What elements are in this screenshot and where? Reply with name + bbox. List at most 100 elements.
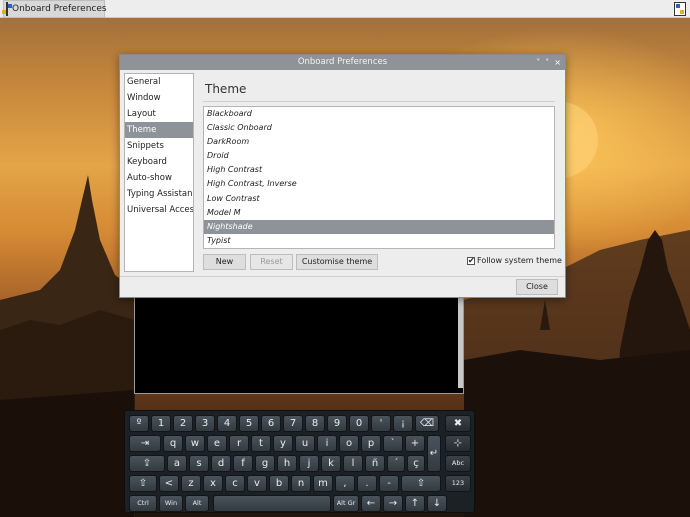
key-9[interactable]: 9: [327, 415, 347, 432]
key-o[interactable]: o: [339, 435, 359, 452]
key-minus[interactable]: -: [379, 475, 399, 492]
enter-key-icon[interactable]: ↵: [427, 435, 441, 472]
sidebar-item-layout[interactable]: Layout: [125, 106, 193, 122]
key-6[interactable]: 6: [261, 415, 281, 432]
key-acute[interactable]: ´: [387, 455, 405, 472]
new-theme-button[interactable]: New: [203, 254, 246, 270]
move-keyboard-icon[interactable]: ⊹: [445, 435, 471, 452]
arrow-right-key-icon[interactable]: →: [383, 495, 403, 512]
shift-right-key-icon[interactable]: ⇧: [401, 475, 441, 492]
key-ordinal[interactable]: º: [129, 415, 149, 432]
close-button[interactable]: Close: [516, 279, 558, 295]
key-b[interactable]: b: [269, 475, 289, 492]
key-plus[interactable]: +: [405, 435, 425, 452]
alt-gr-key[interactable]: Alt Gr: [333, 495, 359, 512]
key-apostrophe[interactable]: ': [371, 415, 391, 432]
key-e[interactable]: e: [207, 435, 227, 452]
key-2[interactable]: 2: [173, 415, 193, 432]
key-l[interactable]: l: [343, 455, 363, 472]
key-s[interactable]: s: [189, 455, 209, 472]
customise-theme-button[interactable]: Customise theme: [296, 254, 378, 270]
key-r[interactable]: r: [229, 435, 249, 452]
theme-item-high-contrast-inverse[interactable]: High Contrast, Inverse: [204, 177, 554, 191]
key-c[interactable]: c: [225, 475, 245, 492]
key-f[interactable]: f: [233, 455, 253, 472]
sidebar-item-general[interactable]: General: [125, 74, 193, 90]
ctrl-key[interactable]: Ctrl: [129, 495, 157, 512]
arrow-left-key-icon[interactable]: ←: [361, 495, 381, 512]
key-t[interactable]: t: [251, 435, 271, 452]
theme-item-high-contrast[interactable]: High Contrast: [204, 163, 554, 177]
taskbar-onboard-preferences-button[interactable]: Onboard Preferences: [2, 0, 107, 18]
key-w[interactable]: w: [185, 435, 205, 452]
key-0[interactable]: 0: [349, 415, 369, 432]
close-keyboard-icon[interactable]: ✖: [445, 415, 471, 432]
alt-key[interactable]: Alt: [185, 495, 209, 512]
key-grave[interactable]: `: [383, 435, 403, 452]
tab-key-icon[interactable]: ⇥: [129, 435, 161, 452]
sidebar-item-snippets[interactable]: Snippets: [125, 138, 193, 154]
theme-item-typist[interactable]: Typist: [204, 234, 554, 248]
dialog-titlebar[interactable]: Onboard Preferences ˅ ˄ ×: [120, 55, 565, 70]
close-window-icon[interactable]: ×: [554, 55, 561, 70]
key-q[interactable]: q: [163, 435, 183, 452]
sidebar-item-universal-access[interactable]: Universal Access: [125, 202, 193, 218]
key-v[interactable]: v: [247, 475, 267, 492]
arrow-down-key-icon[interactable]: ↓: [427, 495, 447, 512]
minimize-icon[interactable]: ˅: [536, 55, 540, 70]
theme-item-droid[interactable]: Droid: [204, 149, 554, 163]
space-key[interactable]: [213, 495, 331, 512]
key-8[interactable]: 8: [305, 415, 325, 432]
caps-lock-key-icon[interactable]: ⇪: [129, 455, 165, 472]
win-key[interactable]: Win: [159, 495, 183, 512]
theme-item-classic-onboard[interactable]: Classic Onboard: [204, 121, 554, 135]
sidebar-item-typing-assistance[interactable]: Typing Assistance: [125, 186, 193, 202]
key-z[interactable]: z: [181, 475, 201, 492]
theme-item-model-m[interactable]: Model M: [204, 206, 554, 220]
theme-item-darkroom[interactable]: DarkRoom: [204, 135, 554, 149]
sidebar-item-auto-show[interactable]: Auto-show: [125, 170, 193, 186]
key-u[interactable]: u: [295, 435, 315, 452]
key-m[interactable]: m: [313, 475, 333, 492]
key-c-cedilla[interactable]: ç: [407, 455, 425, 472]
backspace-key-icon[interactable]: ⌫: [415, 415, 439, 432]
maximize-icon[interactable]: ˄: [545, 55, 549, 70]
key-less-than[interactable]: <: [159, 475, 179, 492]
reset-theme-button[interactable]: Reset: [250, 254, 293, 270]
theme-item-nightshade[interactable]: Nightshade: [204, 219, 554, 234]
key-y[interactable]: y: [273, 435, 293, 452]
key-4[interactable]: 4: [217, 415, 237, 432]
theme-item-blackboard[interactable]: Blackboard: [204, 107, 554, 121]
layout-123-key[interactable]: 123: [445, 475, 471, 492]
key-n[interactable]: n: [291, 475, 311, 492]
key-h[interactable]: h: [277, 455, 297, 472]
checkbox-checked-icon[interactable]: ✔: [467, 256, 475, 265]
key-inverted-exclamation[interactable]: ¡: [393, 415, 413, 432]
follow-system-theme-toggle[interactable]: ✔ Follow system theme: [467, 256, 562, 265]
sidebar-item-keyboard[interactable]: Keyboard: [125, 154, 193, 170]
onboard-tray-icon[interactable]: [674, 2, 686, 16]
arrow-up-key-icon[interactable]: ↑: [405, 495, 425, 512]
key-j[interactable]: j: [299, 455, 319, 472]
key-period[interactable]: .: [357, 475, 377, 492]
key-p[interactable]: p: [361, 435, 381, 452]
onboard-window-scrollbar[interactable]: [458, 296, 463, 388]
key-g[interactable]: g: [255, 455, 275, 472]
shift-left-key-icon[interactable]: ⇧: [129, 475, 157, 492]
theme-item-low-contrast[interactable]: Low Contrast: [204, 192, 554, 206]
key-i[interactable]: i: [317, 435, 337, 452]
layout-abc-key[interactable]: Abc: [445, 455, 471, 472]
key-x[interactable]: x: [203, 475, 223, 492]
key-n-tilde[interactable]: ñ: [365, 455, 385, 472]
sidebar-item-window[interactable]: Window: [125, 90, 193, 106]
key-1[interactable]: 1: [151, 415, 171, 432]
sidebar-item-theme[interactable]: Theme: [125, 122, 193, 138]
taskbar: Onboard Preferences: [0, 0, 690, 18]
key-5[interactable]: 5: [239, 415, 259, 432]
key-comma[interactable]: ,: [335, 475, 355, 492]
key-3[interactable]: 3: [195, 415, 215, 432]
key-k[interactable]: k: [321, 455, 341, 472]
key-d[interactable]: d: [211, 455, 231, 472]
key-a[interactable]: a: [167, 455, 187, 472]
key-7[interactable]: 7: [283, 415, 303, 432]
